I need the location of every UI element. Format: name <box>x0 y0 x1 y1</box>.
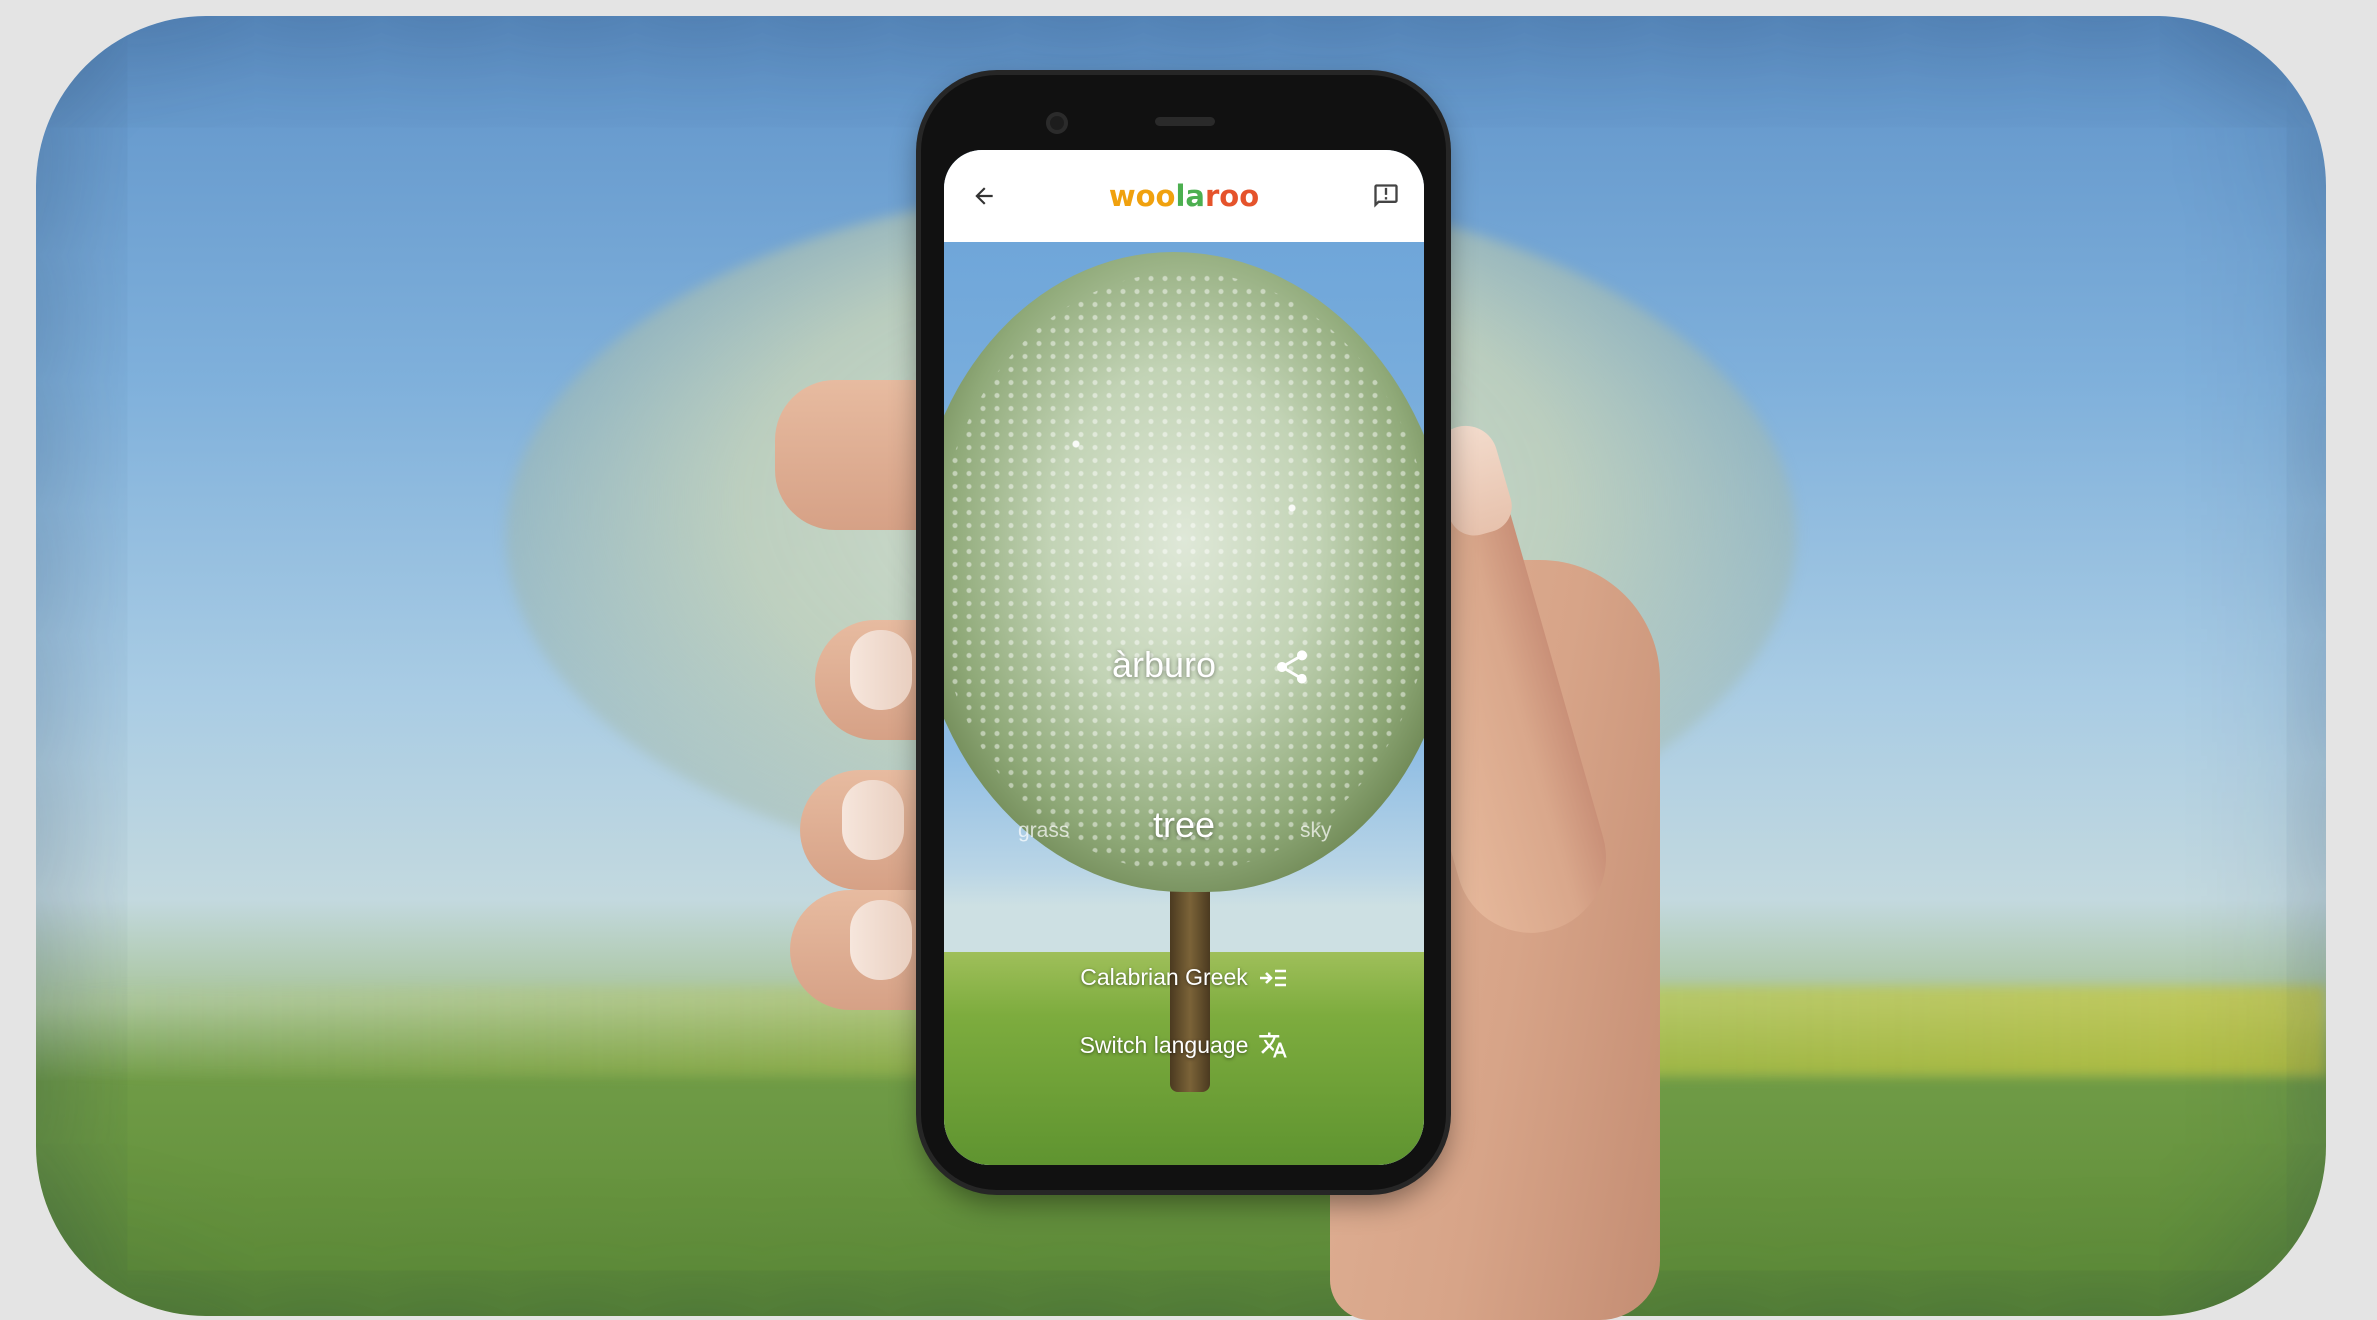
translation-word[interactable]: àrburo <box>1112 644 1216 686</box>
feedback-icon <box>1374 184 1398 208</box>
word-next[interactable]: sky <box>1300 819 1332 843</box>
earpiece-speaker <box>1155 117 1215 126</box>
woolaroo-logo: woolaroo <box>1109 179 1259 213</box>
share-icon <box>1277 650 1307 684</box>
logo-part: roo <box>1205 179 1260 213</box>
back-button[interactable] <box>964 176 1004 216</box>
app-bar: woolaroo <box>944 150 1424 242</box>
current-language-button[interactable]: Calabrian Greek <box>944 964 1424 991</box>
switch-language-label: Switch language <box>1079 1031 1249 1058</box>
logo-part: woo <box>1108 179 1176 213</box>
finger-nail <box>850 900 912 980</box>
switch-language-button[interactable]: Switch language <box>944 1030 1424 1060</box>
feedback-button[interactable] <box>1366 176 1406 216</box>
finger-nail <box>850 630 912 710</box>
finger-nail <box>842 780 904 860</box>
camera-photo: àrburo grass tree sky Calabrian Greek Sw… <box>944 242 1424 1165</box>
language-list-icon <box>1259 969 1286 986</box>
front-camera <box>1046 112 1068 134</box>
share-button[interactable] <box>1272 647 1312 687</box>
phone-screen: woolaroo àrburo grass tree sky Calabrian… <box>944 150 1424 1165</box>
current-language-label: Calabrian Greek <box>1080 964 1248 990</box>
arrow-back-icon <box>975 187 993 205</box>
logo-part: la <box>1175 179 1205 213</box>
translate-icon <box>1259 1032 1288 1058</box>
tree-blossoms <box>944 272 1424 872</box>
word-current[interactable]: tree <box>944 804 1424 846</box>
